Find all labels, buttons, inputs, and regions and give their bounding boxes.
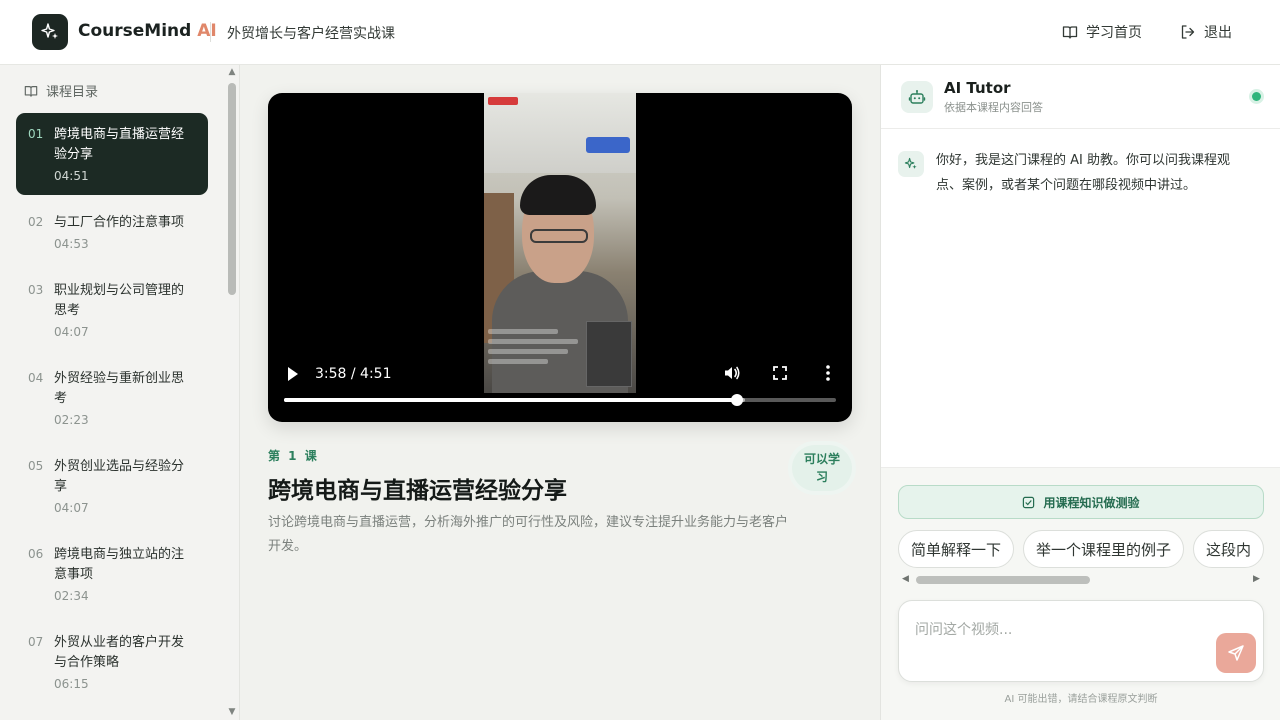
toc-item-number: 07	[28, 635, 44, 649]
toc-item-01[interactable]: 01 跨境电商与直播运营经验分享 04:51	[16, 113, 208, 195]
video-player[interactable]: 3:58 / 4:51	[268, 93, 852, 422]
sidebar-scroll-thumb[interactable]	[228, 83, 236, 295]
course-sidebar: 课程目录 01 跨境电商与直播运营经验分享 04:51 02 与工厂合作的注意事…	[0, 65, 240, 720]
quiz-button-label: 用课程知识做测验	[1043, 495, 1140, 510]
scroll-left-arrow-icon[interactable]: ◀	[902, 574, 909, 584]
logout-icon	[1181, 25, 1195, 39]
course-title: 外贸增长与客户经营实战课	[227, 26, 395, 42]
brand-ai: AI	[197, 21, 217, 41]
video-progress-handle[interactable]	[730, 394, 743, 406]
toc-item-number: 02	[28, 215, 44, 229]
scroll-down-arrow-icon[interactable]: ▼	[227, 707, 237, 717]
lesson-description: 讨论跨境电商与直播运营，分析海外推广的可行性及风险，建议专注提升业务能力与老客户…	[268, 515, 789, 554]
quiz-button[interactable]: 用课程知识做测验	[898, 485, 1264, 519]
toc-item-duration: 06:15	[54, 677, 89, 691]
tutor-input-area: 用课程知识做测验 简单解释一下 举一个课程里的例子 这段内 ◀ ▶ AI 可能出…	[881, 467, 1280, 720]
assistant-message-avatar	[898, 151, 924, 177]
toc-item-06[interactable]: 06 跨境电商与独立站的注意事项 02:34	[16, 533, 208, 615]
toc-item-04[interactable]: 04 外贸经验与重新创业思考 02:23	[16, 357, 208, 439]
book-open-icon	[24, 85, 38, 97]
study-home-link[interactable]: 学习首页	[1062, 22, 1142, 42]
logout-label: 退出	[1204, 25, 1232, 41]
video-time: 3:58 / 4:51	[315, 366, 392, 382]
video-person-glasses	[530, 229, 588, 243]
main-content: 3:58 / 4:51 第 1 课 跨境电商与直播运营经验分享 讨论跨境电商与直…	[240, 65, 880, 720]
toc-item-07[interactable]: 07 外贸从业者的客户开发与合作策略 06:15	[16, 621, 208, 703]
toc-item-05[interactable]: 05 外贸创业选品与经验分享 04:07	[16, 445, 208, 527]
toc-item-title: 与工厂合作的注意事项	[54, 215, 185, 230]
toc-item-title: 外贸从业者的客户开发与合作策略	[54, 635, 185, 670]
toc-item-duration: 04:53	[54, 237, 89, 251]
logo[interactable]	[32, 14, 68, 50]
toc-item-duration: 04:51	[54, 169, 89, 183]
send-icon	[1228, 645, 1244, 661]
toc-item-number: 05	[28, 459, 44, 473]
suggestion-chip[interactable]: 这段内	[1193, 530, 1264, 568]
toc-heading-label: 课程目录	[46, 85, 99, 100]
tutor-header: AI Tutor 依据本课程内容回答	[881, 65, 1280, 129]
ai-disclaimer: AI 可能出错，请结合课程原文判断	[1004, 694, 1158, 705]
video-overlay-chat	[488, 329, 580, 369]
header-divider	[210, 22, 211, 42]
toc-item-title: 外贸经验与重新创业思考	[54, 371, 185, 406]
question-input-box	[898, 600, 1264, 682]
video-overlay-badge	[586, 137, 630, 153]
suggestion-chip[interactable]: 简单解释一下	[898, 530, 1015, 568]
question-input[interactable]	[915, 619, 1205, 659]
video-frame	[484, 93, 636, 393]
lesson-number-label: 第 1 课	[268, 449, 319, 463]
toc-item-title: 跨境电商与独立站的注意事项	[54, 547, 185, 582]
toc-item-duration: 02:34	[54, 589, 89, 603]
checkbox-icon	[1023, 496, 1035, 508]
send-button[interactable]	[1216, 633, 1256, 673]
scroll-up-arrow-icon[interactable]: ▲	[227, 67, 237, 77]
toc-item-number: 06	[28, 547, 44, 561]
toc-item-title: 跨境电商与直播运营经验分享	[54, 127, 185, 162]
volume-icon[interactable]	[722, 363, 742, 383]
lesson-title: 跨境电商与直播运营经验分享	[268, 478, 567, 504]
top-header: CourseMind AI 外贸增长与客户经营实战课 学习首页 退出	[0, 0, 1280, 65]
robot-icon	[908, 90, 926, 104]
video-ceiling	[484, 93, 636, 173]
toc-heading: 课程目录	[24, 81, 98, 100]
toc-item-number: 03	[28, 283, 44, 297]
more-options-icon[interactable]	[818, 363, 838, 383]
video-overlay-tag	[488, 97, 518, 105]
assistant-greeting-message: 你好，我是这门课程的 AI 助教。你可以问我课程观点、案例，或者某个问题在哪段视…	[936, 153, 1230, 193]
toc-item-number: 01	[28, 127, 44, 141]
toc-item-title: 职业规划与公司管理的思考	[54, 283, 185, 318]
play-icon[interactable]	[286, 365, 300, 383]
toc-item-03[interactable]: 03 职业规划与公司管理的思考 04:07	[16, 269, 208, 351]
logout-button[interactable]: 退出	[1180, 22, 1232, 42]
fullscreen-icon[interactable]	[770, 363, 790, 383]
video-overlay-thumbnail	[586, 321, 632, 387]
suggestion-chips: 简单解释一下 举一个课程里的例子 这段内	[898, 530, 1264, 570]
scroll-right-arrow-icon[interactable]: ▶	[1253, 574, 1260, 584]
toc-item-02[interactable]: 02 与工厂合作的注意事项 04:53	[16, 201, 208, 263]
video-progress-fill	[284, 398, 737, 402]
bot-avatar	[901, 81, 933, 113]
online-status-dot	[1252, 92, 1261, 101]
suggestion-chip[interactable]: 举一个课程里的例子	[1023, 530, 1185, 568]
status-badge: 可以学习	[792, 445, 852, 491]
toc-item-number: 04	[28, 371, 44, 385]
toc-list: 01 跨境电商与直播运营经验分享 04:51 02 与工厂合作的注意事项 04:…	[16, 113, 208, 709]
chips-scroll-thumb[interactable]	[916, 576, 1090, 584]
toc-item-duration: 02:23	[54, 413, 89, 427]
toc-item-duration: 04:07	[54, 501, 89, 515]
toc-item-title: 外贸创业选品与经验分享	[54, 459, 185, 494]
video-person-hair	[520, 175, 596, 215]
study-home-label: 学习首页	[1086, 25, 1142, 41]
sparkle-icon	[904, 157, 917, 169]
toc-item-duration: 04:07	[54, 325, 89, 339]
tutor-name: AI Tutor	[944, 79, 1011, 97]
sparkle-icon	[41, 23, 58, 39]
book-open-icon	[1062, 26, 1078, 39]
tutor-subtitle: 依据本课程内容回答	[944, 101, 1043, 114]
ai-tutor-panel: AI Tutor 依据本课程内容回答 你好，我是这门课程的 AI 助教。你可以问…	[880, 65, 1280, 720]
brand-name: CourseMind AI	[78, 21, 217, 41]
video-progress-bar[interactable]	[284, 394, 836, 406]
